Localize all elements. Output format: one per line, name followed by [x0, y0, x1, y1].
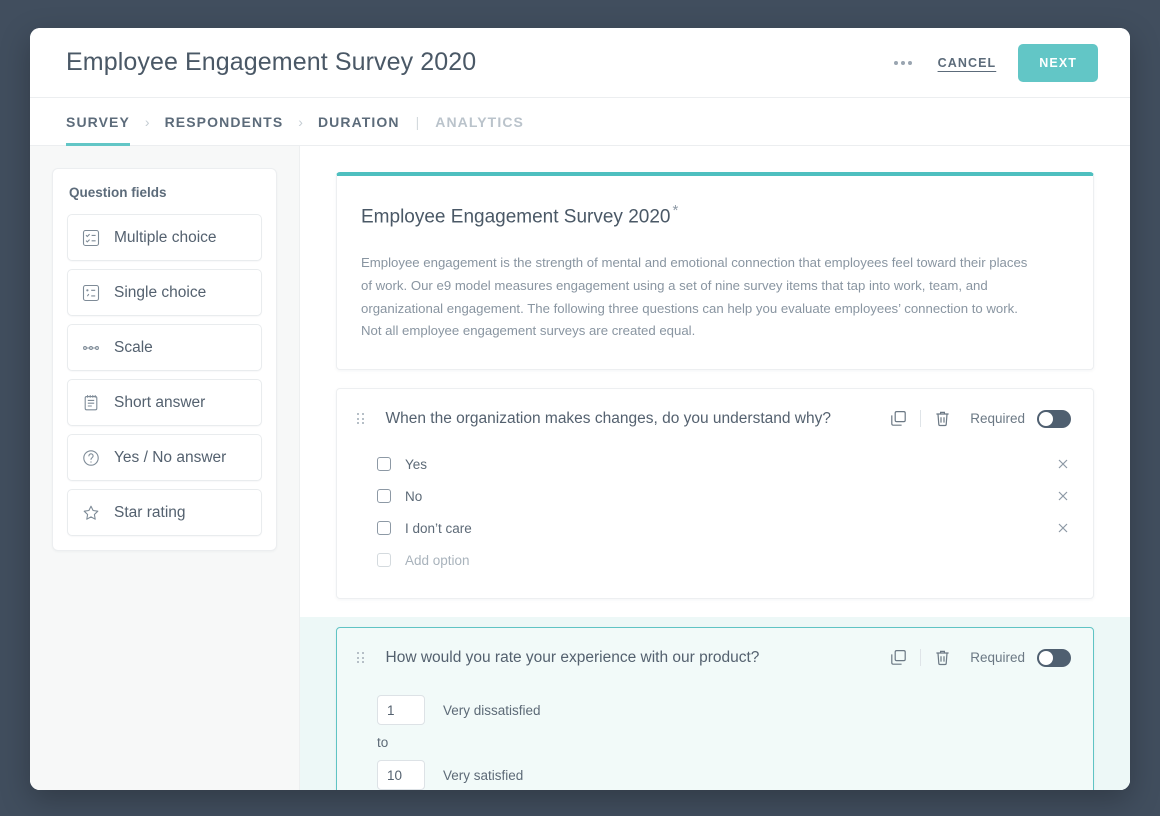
survey-canvas: Employee Engagement Survey 2020 * Employe… [300, 146, 1130, 790]
scale-max-input[interactable] [377, 760, 425, 790]
tab-analytics: ANALYTICS [435, 98, 524, 145]
single-choice-icon [82, 284, 100, 302]
option-checkbox[interactable] [377, 521, 391, 536]
drag-handle-icon[interactable] [355, 650, 366, 665]
tab-duration[interactable]: DURATION [318, 98, 400, 145]
question-options: Yes No I don’t care Add option [337, 448, 1093, 598]
field-label: Scale [114, 338, 153, 356]
dot-icon [893, 60, 898, 65]
survey-title-card[interactable]: Employee Engagement Survey 2020 * Employe… [336, 172, 1094, 371]
app-window: Employee Engagement Survey 2020 CANCEL N… [30, 28, 1130, 790]
option-label: Yes [405, 456, 428, 472]
option-label: I don’t care [405, 520, 472, 536]
nav-divider: | [415, 113, 420, 130]
option-row[interactable]: No [359, 480, 1071, 512]
question-tools: Required [889, 648, 1071, 667]
survey-card-title: Employee Engagement Survey 2020 * [361, 202, 1069, 228]
scale-max-row: Very satisfied [359, 760, 1071, 790]
cancel-button[interactable]: CANCEL [938, 56, 997, 70]
required-label: Required [970, 650, 1025, 666]
toggle-knob [1039, 411, 1053, 426]
scale-to-label: to [377, 735, 389, 751]
duplicate-icon[interactable] [889, 648, 908, 667]
drag-handle-icon[interactable] [355, 411, 366, 426]
survey-title-card-wrap: Employee Engagement Survey 2020 * Employe… [300, 172, 1130, 371]
question-header: When the organization makes changes, do … [337, 389, 1093, 448]
question-card-multiple-choice[interactable]: When the organization makes changes, do … [336, 388, 1094, 600]
tab-respondents[interactable]: RESPONDENTS [165, 98, 284, 145]
trash-icon[interactable] [933, 648, 952, 667]
add-option-row[interactable]: Add option [359, 544, 1071, 576]
question-title: How would you rate your experience with … [385, 648, 760, 666]
field-star-rating[interactable]: Star rating [67, 489, 262, 536]
remove-option-icon[interactable] [1055, 456, 1071, 472]
remove-option-icon[interactable] [1055, 488, 1071, 504]
next-button[interactable]: NEXT [1018, 43, 1098, 82]
field-yes-no-answer[interactable]: Yes / No answer [67, 434, 262, 481]
option-checkbox [377, 553, 391, 568]
body: Question fields Multiple choice Single c… [30, 146, 1130, 790]
more-options-button[interactable] [890, 53, 916, 73]
option-label: No [405, 488, 423, 504]
option-checkbox[interactable] [377, 457, 391, 472]
field-multiple-choice[interactable]: Multiple choice [67, 214, 262, 261]
header-actions: CANCEL NEXT [890, 43, 1098, 82]
tool-divider [920, 649, 922, 667]
multiple-choice-icon [82, 229, 100, 247]
field-label: Short answer [114, 393, 206, 411]
star-icon [82, 504, 100, 522]
question-1-wrap: When the organization makes changes, do … [300, 388, 1130, 600]
dot-icon [907, 60, 912, 65]
scale-settings: Very dissatisfied to Very satisfied [337, 687, 1093, 790]
option-row[interactable]: I don’t care [359, 512, 1071, 544]
page-title: Employee Engagement Survey 2020 [66, 48, 477, 76]
sidebar: Question fields Multiple choice Single c… [30, 146, 300, 790]
yes-no-icon [82, 449, 100, 467]
question-header: How would you rate your experience with … [337, 628, 1093, 687]
add-option-label: Add option [405, 552, 470, 568]
question-2-wrap: How would you rate your experience with … [300, 617, 1130, 790]
chevron-right-icon: › [144, 113, 150, 130]
short-answer-icon [82, 394, 100, 412]
tab-survey[interactable]: SURVEY [66, 98, 130, 146]
field-single-choice[interactable]: Single choice [67, 269, 262, 316]
app-header: Employee Engagement Survey 2020 CANCEL N… [30, 28, 1130, 98]
tool-divider [920, 410, 922, 428]
survey-card-description: Employee engagement is the strength of m… [361, 255, 1028, 339]
remove-option-icon[interactable] [1055, 520, 1071, 536]
option-row[interactable]: Yes [359, 448, 1071, 480]
field-label: Yes / No answer [114, 448, 227, 466]
scale-max-caption: Very satisfied [443, 767, 524, 783]
question-tools: Required [889, 409, 1071, 428]
required-toggle[interactable] [1037, 648, 1071, 667]
question-fields-panel: Question fields Multiple choice Single c… [52, 168, 277, 551]
duplicate-icon[interactable] [889, 409, 908, 428]
required-marker: * [672, 202, 679, 219]
option-checkbox[interactable] [377, 489, 391, 504]
toggle-knob [1039, 650, 1053, 665]
chevron-right-icon: › [298, 113, 303, 130]
breadcrumb-nav: SURVEY › RESPONDENTS › DURATION | ANALYT… [30, 98, 1130, 146]
question-card-scale[interactable]: How would you rate your experience with … [336, 627, 1094, 790]
required-label: Required [970, 411, 1025, 427]
required-toggle[interactable] [1037, 409, 1071, 428]
panel-title: Question fields [69, 185, 167, 200]
scale-icon [82, 339, 100, 357]
scale-min-caption: Very dissatisfied [443, 702, 541, 718]
trash-icon[interactable] [933, 409, 952, 428]
dot-icon [900, 60, 905, 65]
survey-card-title-text: Employee Engagement Survey 2020 [361, 206, 671, 228]
scale-min-row: Very dissatisfied [359, 695, 1071, 726]
field-scale[interactable]: Scale [67, 324, 262, 371]
field-label: Star rating [114, 503, 186, 521]
scale-min-input[interactable] [377, 695, 425, 726]
field-label: Single choice [114, 283, 207, 301]
field-label: Multiple choice [114, 228, 217, 246]
field-short-answer[interactable]: Short answer [67, 379, 262, 426]
question-title: When the organization makes changes, do … [385, 409, 831, 427]
